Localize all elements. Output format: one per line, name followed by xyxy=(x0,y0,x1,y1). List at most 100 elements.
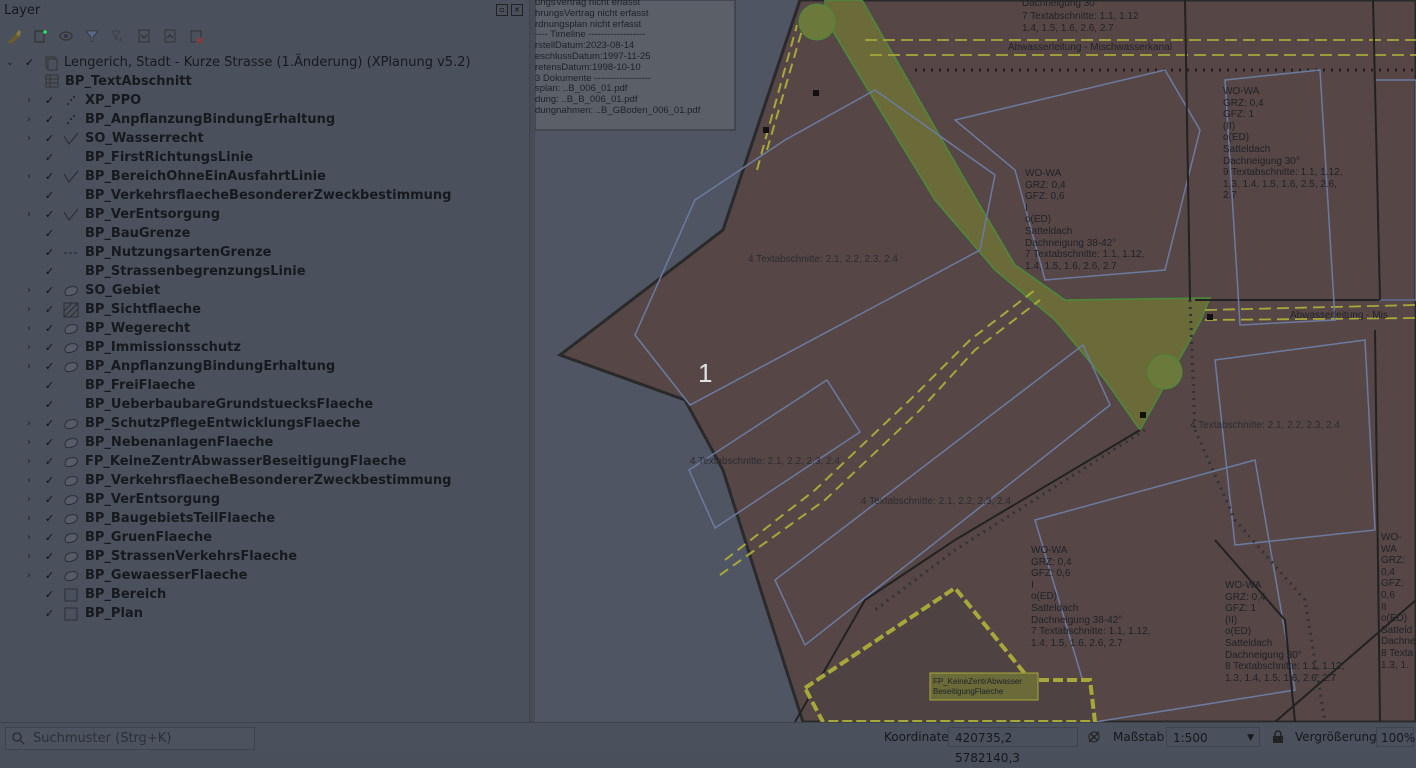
expand-arrow-icon[interactable]: › xyxy=(24,129,34,148)
layer-row[interactable]: ✓ BP_FirstRichtungsLinie xyxy=(0,148,528,167)
visibility-checkbox[interactable]: ✓ xyxy=(44,342,55,353)
visibility-checkbox[interactable]: ✓ xyxy=(44,456,55,467)
nutzung-line: (II) xyxy=(1225,614,1238,626)
visibility-checkbox[interactable]: ✓ xyxy=(44,323,55,334)
expand-arrow-icon[interactable]: › xyxy=(24,338,34,357)
layer-row[interactable]: › ✓ BP_GewaesserFlaeche xyxy=(0,566,528,585)
expand-arrow-icon[interactable]: › xyxy=(24,205,34,224)
layer-row[interactable]: › ✓ BP_VerkehrsflaecheBesondererZweckbesti… xyxy=(0,471,528,490)
layer-row[interactable]: › ✓ BP_Immissionsschutz xyxy=(0,338,528,357)
expand-arrow-icon[interactable]: › xyxy=(24,433,34,452)
expand-arrow-icon[interactable]: › xyxy=(24,357,34,376)
map-label: Abwasserleitung - Mis xyxy=(1290,310,1388,321)
visibility-checkbox[interactable]: ✓ xyxy=(44,152,55,163)
visibility-checkbox[interactable]: ✓ xyxy=(44,190,55,201)
open-layer-styling-icon[interactable] xyxy=(4,26,23,45)
visibility-checkbox[interactable]: ✓ xyxy=(44,361,55,372)
layer-row[interactable]: › ✓ BP_AnpflanzungBindungErhaltung xyxy=(0,110,528,129)
visibility-checkbox[interactable]: ✓ xyxy=(44,285,55,296)
visibility-checkbox[interactable]: ✓ xyxy=(44,551,55,562)
layer-row[interactable]: › ✓ BP_Sichtflaeche xyxy=(0,300,528,319)
visibility-checkbox[interactable]: ✓ xyxy=(44,304,55,315)
visibility-checkbox[interactable]: ✓ xyxy=(44,380,55,391)
layer-row[interactable]: ✓ BP_UeberbaubareGrundstuecksFlaeche xyxy=(0,395,528,414)
close-panel-icon[interactable]: × xyxy=(511,4,523,16)
polygon-icon xyxy=(63,435,79,451)
visibility-checkbox[interactable]: ✓ xyxy=(44,494,55,505)
expand-arrow-icon[interactable]: › xyxy=(24,91,34,110)
map-canvas[interactable]: ungsVertrag nicht erfasst hrungsVertrag n… xyxy=(535,0,1416,722)
layer-row[interactable]: ✓ BP_FreiFlaeche xyxy=(0,376,528,395)
layer-row[interactable]: › ✓ XP_PPO xyxy=(0,91,528,110)
locator-search-input[interactable]: Suchmuster (Strg+K) xyxy=(5,727,255,750)
coordinate-field[interactable]: 420735,2 5782140,3 xyxy=(948,727,1078,765)
remove-layer-icon[interactable] xyxy=(186,26,205,45)
expand-arrow-icon[interactable]: › xyxy=(24,547,34,566)
expand-arrow-icon[interactable]: › xyxy=(24,281,34,300)
layer-row[interactable]: ✓ BP_Bereich xyxy=(0,585,528,604)
magnifier-field[interactable]: 100% xyxy=(1376,727,1415,747)
visibility-checkbox[interactable]: ✓ xyxy=(44,532,55,543)
expand-arrow-icon[interactable]: › xyxy=(24,566,34,585)
expand-arrow-icon[interactable]: › xyxy=(24,414,34,433)
visibility-checkbox[interactable]: ✓ xyxy=(44,266,55,277)
layer-row[interactable]: ✓ BP_NutzungsartenGrenze xyxy=(0,243,528,262)
layer-row[interactable]: › ✓ BP_NebenanlagenFlaeche xyxy=(0,433,528,452)
layer-row[interactable]: › ✓ BP_VerEntsorgung xyxy=(0,205,528,224)
expand-arrow-icon[interactable]: › xyxy=(24,528,34,547)
visibility-checkbox[interactable]: ✓ xyxy=(44,247,55,258)
visibility-checkbox[interactable]: ✓ xyxy=(44,95,55,106)
visibility-checkbox[interactable]: ✓ xyxy=(44,418,55,429)
layer-row[interactable]: › ✓ BP_AnpflanzungBindungErhaltung xyxy=(0,357,528,376)
layer-row[interactable]: › ✓ SO_Wasserrecht xyxy=(0,129,528,148)
layer-row[interactable]: › ✓ BP_BereichOhneEinAusfahrtLinie xyxy=(0,167,528,186)
layer-row[interactable]: › ✓ BP_StrassenVerkehrsFlaeche xyxy=(0,547,528,566)
add-group-icon[interactable] xyxy=(30,26,49,45)
visibility-checkbox[interactable]: ✓ xyxy=(44,228,55,239)
scale-dropdown[interactable]: 1:500 ▼ xyxy=(1166,727,1260,747)
expand-arrow-icon[interactable]: › xyxy=(24,471,34,490)
layer-row[interactable]: › ✓ BP_BaugebietsTeilFlaeche xyxy=(0,509,528,528)
visibility-checkbox[interactable]: ✓ xyxy=(44,589,55,600)
layer-row[interactable]: ✓ BP_StrassenbegrenzungsLinie xyxy=(0,262,528,281)
extents-toggle-icon[interactable] xyxy=(1086,729,1102,745)
expand-arrow-icon[interactable]: › xyxy=(24,300,34,319)
expand-all-icon[interactable] xyxy=(134,26,153,45)
collapse-all-icon[interactable] xyxy=(160,26,179,45)
layer-row-text-abschnitt[interactable]: BP_TextAbschnitt xyxy=(0,72,528,91)
layer-row[interactable]: › ✓ BP_VerEntsorgung xyxy=(0,490,528,509)
expand-arrow-icon[interactable]: › xyxy=(24,319,34,338)
layer-tree-project-row[interactable]: ⌄ ✓ Lengerich, Stadt - Kurze Strasse (1.… xyxy=(0,53,528,72)
layer-row[interactable]: › ✓ BP_Wegerecht xyxy=(0,319,528,338)
visibility-checkbox[interactable]: ✓ xyxy=(44,133,55,144)
float-panel-icon[interactable]: ▫ xyxy=(496,4,508,16)
expand-arrow-icon[interactable]: › xyxy=(24,509,34,528)
visibility-checkbox[interactable]: ✓ xyxy=(44,513,55,524)
filter-legend-icon[interactable] xyxy=(82,26,101,45)
layer-row[interactable]: › ✓ FP_KeineZentrAbwasserBeseitigungFlaech… xyxy=(0,452,528,471)
collapse-arrow-icon[interactable]: ⌄ xyxy=(5,53,15,72)
manage-map-themes-icon[interactable] xyxy=(56,26,75,45)
layer-row[interactable]: › ✓ BP_SchutzPflegeEntwicklungsFlaeche xyxy=(0,414,528,433)
visibility-checkbox[interactable]: ✓ xyxy=(44,608,55,619)
visibility-checkbox[interactable]: ✓ xyxy=(44,399,55,410)
visibility-checkbox[interactable]: ✓ xyxy=(44,570,55,581)
expand-arrow-icon[interactable]: › xyxy=(24,167,34,186)
layer-row[interactable]: › ✓ BP_GruenFlaeche xyxy=(0,528,528,547)
visibility-checkbox[interactable]: ✓ xyxy=(44,437,55,448)
expand-arrow-icon[interactable]: › xyxy=(24,452,34,471)
visibility-checkbox[interactable]: ✓ xyxy=(44,475,55,486)
group-icon xyxy=(43,55,59,71)
expand-arrow-icon[interactable]: › xyxy=(24,110,34,129)
layer-row[interactable]: › ✓ SO_Gebiet xyxy=(0,281,528,300)
filter-by-expression-icon[interactable]: ε xyxy=(108,26,127,45)
visibility-checkbox[interactable]: ✓ xyxy=(24,57,35,68)
layer-row[interactable]: ✓ BP_Plan xyxy=(0,604,528,623)
visibility-checkbox[interactable]: ✓ xyxy=(44,114,55,125)
visibility-checkbox[interactable]: ✓ xyxy=(44,209,55,220)
expand-arrow-icon[interactable]: › xyxy=(24,490,34,509)
visibility-checkbox[interactable]: ✓ xyxy=(44,171,55,182)
lock-icon[interactable] xyxy=(1272,730,1284,744)
layer-row[interactable]: ✓ BP_BauGrenze xyxy=(0,224,528,243)
layer-row[interactable]: ✓ BP_VerkehrsflaecheBesondererZweckbestim… xyxy=(0,186,528,205)
